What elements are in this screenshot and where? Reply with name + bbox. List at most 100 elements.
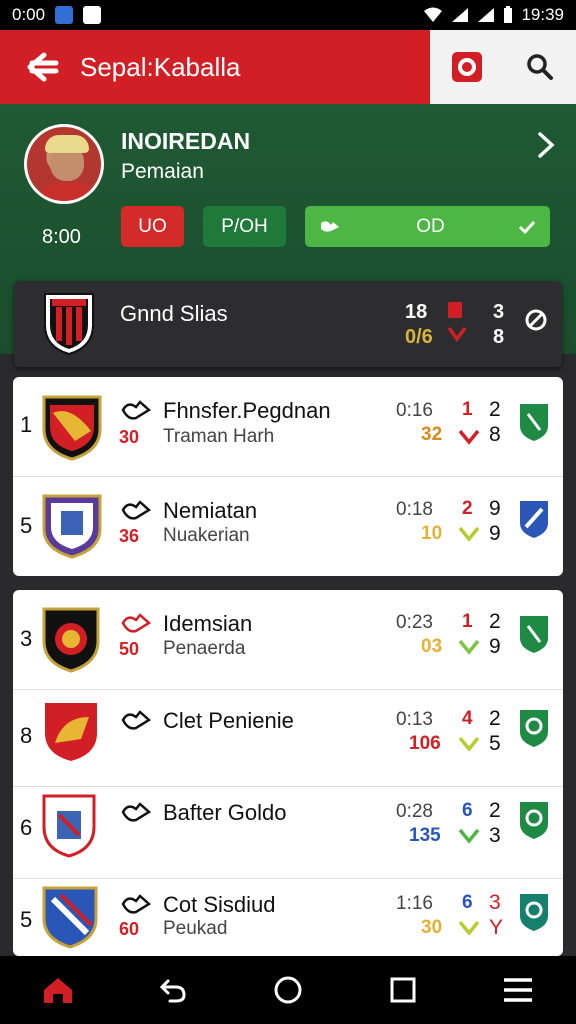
down-arrow-icon bbox=[458, 639, 480, 655]
battery-icon bbox=[504, 6, 513, 23]
tag-icon bbox=[321, 220, 339, 232]
row-right-top: 2 bbox=[489, 610, 501, 633]
tag-icon bbox=[121, 894, 152, 914]
search-button[interactable] bbox=[518, 45, 562, 89]
row-rank: 6 bbox=[20, 815, 33, 840]
row-stat-bottom: 135 bbox=[409, 825, 441, 846]
row-rank: 5 bbox=[20, 907, 33, 932]
row-sub: Nuakerian bbox=[163, 525, 250, 546]
group-card[interactable]: Gnnd Slias 18 0/6 3 8 bbox=[14, 281, 562, 367]
team-crest-icon bbox=[42, 395, 102, 461]
confirm-label: OD bbox=[416, 215, 445, 237]
down-arrow-icon bbox=[447, 326, 467, 342]
row-stat-bottom: 30 bbox=[421, 917, 443, 938]
row-time: 0:23 bbox=[396, 612, 433, 633]
row-stat-top: 4 bbox=[462, 708, 473, 729]
row-rank: 8 bbox=[20, 723, 33, 748]
chevron-right-icon[interactable] bbox=[532, 130, 558, 160]
player-role: Pemaian bbox=[121, 160, 204, 183]
menu-button[interactable] bbox=[498, 970, 538, 1010]
record-icon bbox=[451, 52, 482, 82]
tag-icon bbox=[121, 613, 152, 633]
row-rank: 3 bbox=[20, 626, 33, 651]
team-crest-icon bbox=[42, 886, 98, 949]
team-crest-icon bbox=[42, 607, 100, 673]
back-nav-button[interactable] bbox=[153, 970, 193, 1010]
row-sub: Traman Harh bbox=[163, 426, 275, 447]
team-list-card-2: 3 Idemsian 50 Penaerda 0:23 1 03 2 9 8 C… bbox=[13, 590, 563, 956]
row-rank: 5 bbox=[20, 513, 33, 538]
row-right-bottom: 9 bbox=[489, 635, 501, 658]
row-stat-top: 6 bbox=[462, 892, 473, 913]
home-circle-button[interactable] bbox=[268, 970, 308, 1010]
team-crest-icon bbox=[42, 494, 102, 559]
circle-home-icon bbox=[274, 976, 302, 1004]
row-name: Fhnsfer.Pegdnan bbox=[163, 398, 331, 423]
row-time: 0:16 bbox=[396, 400, 433, 421]
table-row[interactable]: 5 Nemiatan 36 Nuakerian 0:18 2 10 9 9 bbox=[13, 477, 563, 576]
system-nav-bar bbox=[0, 956, 576, 1024]
group-name: Gnnd Slias bbox=[120, 301, 228, 326]
team-crest-icon bbox=[43, 701, 99, 764]
row-right-top: 9 bbox=[489, 497, 501, 520]
row-right-top: 2 bbox=[489, 707, 501, 730]
down-arrow-icon bbox=[458, 828, 480, 844]
row-stat-top: 1 bbox=[462, 399, 473, 420]
row-time: 0:28 bbox=[396, 801, 433, 822]
player-name: INOIREDAN bbox=[121, 128, 251, 154]
status-bar: 0:00 19:39 bbox=[0, 0, 576, 30]
green-action-label: P/OH bbox=[221, 215, 268, 237]
green-badge-icon bbox=[520, 404, 548, 441]
back-arrow-icon[interactable] bbox=[22, 47, 62, 87]
row-stat-bottom: 106 bbox=[409, 733, 441, 754]
row-stat-top: 6 bbox=[462, 800, 473, 821]
team-list-card-1: 1 Fhnsfer.Pegdnan 30 Traman Harh 0:16 1 … bbox=[13, 377, 563, 576]
row-number: 30 bbox=[119, 427, 140, 447]
row-right-top: 3 bbox=[489, 891, 501, 914]
search-icon bbox=[526, 54, 553, 80]
table-row[interactable]: 6 Bafter Goldo 0:28 6 135 2 3 bbox=[13, 779, 563, 879]
app-notification-icon bbox=[83, 6, 102, 24]
row-sub: Penaerda bbox=[163, 638, 246, 659]
row-stat-top: 2 bbox=[462, 498, 473, 519]
row-number: 60 bbox=[119, 919, 140, 939]
recents-button[interactable] bbox=[383, 970, 423, 1010]
row-right-bottom: 3 bbox=[489, 824, 501, 847]
row-stat-top: 1 bbox=[462, 611, 473, 632]
down-arrow-icon bbox=[458, 429, 480, 445]
app-bar: Sepal:Kaballa bbox=[0, 30, 576, 104]
row-sub: Peukad bbox=[163, 918, 228, 939]
table-row[interactable]: 1 Fhnsfer.Pegdnan 30 Traman Harh 0:16 1 … bbox=[13, 377, 563, 477]
row-name: Idemsian bbox=[163, 611, 253, 636]
record-button[interactable] bbox=[445, 45, 489, 89]
table-row[interactable]: 5 Cot Sisdiud 60 Peukad 1:16 6 30 3 Y bbox=[13, 871, 563, 956]
recents-icon bbox=[390, 977, 416, 1003]
tag-icon bbox=[121, 500, 152, 520]
group-stat-4: 8 bbox=[493, 326, 505, 348]
green-action-button[interactable]: P/OH bbox=[203, 206, 286, 247]
row-right-bottom: 9 bbox=[489, 522, 501, 545]
group-stat-2: 0/6 bbox=[405, 326, 433, 348]
row-name: Clet Penienie bbox=[163, 708, 294, 733]
table-row[interactable]: 8 Clet Penienie 0:13 4 106 2 5 bbox=[13, 687, 563, 787]
row-time: 1:16 bbox=[396, 893, 433, 914]
red-action-button[interactable]: UO bbox=[121, 206, 184, 247]
signal-icon-2 bbox=[478, 8, 495, 22]
wifi-icon bbox=[424, 7, 443, 22]
green-badge-icon bbox=[520, 616, 548, 653]
ball-icon[interactable] bbox=[523, 307, 549, 333]
home-nav-button[interactable] bbox=[38, 970, 78, 1010]
red-badge-icon bbox=[448, 302, 462, 318]
notification-icon bbox=[55, 6, 74, 24]
row-name: Cot Sisdiud bbox=[163, 892, 276, 917]
teal-badge-icon bbox=[520, 894, 548, 931]
confirm-button[interactable]: OD bbox=[305, 206, 550, 247]
green-badge-icon bbox=[520, 802, 548, 839]
blue-badge-icon bbox=[520, 501, 548, 538]
tag-icon bbox=[121, 710, 152, 730]
table-row[interactable]: 3 Idemsian 50 Penaerda 0:23 1 03 2 9 bbox=[13, 590, 563, 690]
row-right-bottom: 5 bbox=[489, 732, 501, 755]
team-crest-icon bbox=[42, 794, 96, 858]
menu-icon bbox=[504, 978, 533, 1002]
row-name: Nemiatan bbox=[163, 498, 258, 523]
